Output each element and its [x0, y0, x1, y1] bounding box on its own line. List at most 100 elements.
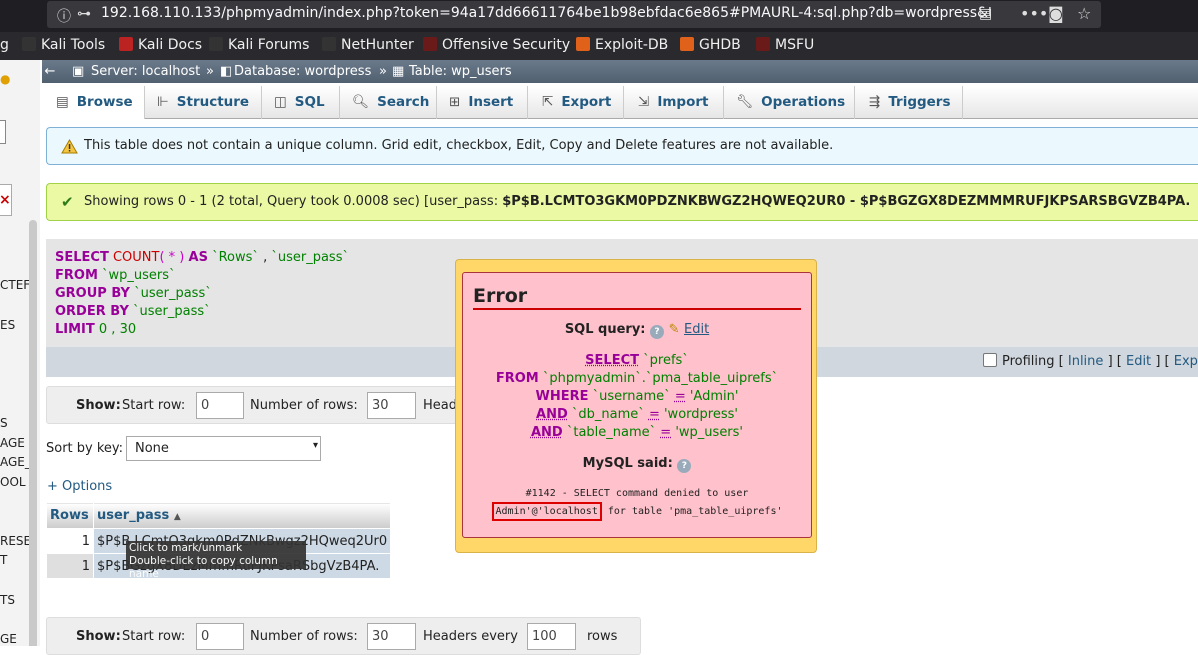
address-bar[interactable]: ⓘ ⊶ 192.168.110.133/phpmyadmin/index.php…: [47, 1, 1101, 28]
error-title: Error: [473, 285, 528, 307]
options-link[interactable]: + Options: [47, 479, 112, 494]
kali-docs-icon: [119, 37, 133, 51]
warning-notice: This table does not contain a unique col…: [46, 127, 1198, 165]
bookmark-kali-docs[interactable]: Kali Docs: [119, 37, 202, 53]
pencil-icon: ✎: [668, 322, 680, 337]
bookmark-nethunter[interactable]: NetHunter: [322, 37, 414, 53]
dropdown-arrow-icon: ▾: [312, 440, 318, 451]
server-icon: ▣: [72, 64, 85, 79]
insert-icon: ⊞: [449, 94, 461, 110]
inline-link[interactable]: Inline: [1068, 354, 1104, 369]
error-query-line-1: SELECT `prefs`: [585, 353, 689, 368]
warning-text: This table does not contain a unique col…: [84, 138, 834, 153]
collapse-arrow-icon[interactable]: ←: [42, 64, 58, 79]
sql-line-5: LIMIT 0 , 30: [55, 322, 137, 337]
bookmark-exploit-db[interactable]: Exploit-DB: [576, 37, 668, 53]
num-rows-label: Number of rows:: [250, 398, 358, 413]
import-icon: ⇲: [638, 94, 650, 110]
bookmark-star-icon[interactable]: ☆: [1077, 4, 1091, 23]
breadcrumb-database[interactable]: Database: wordpress: [234, 64, 371, 79]
error-edit-link[interactable]: Edit: [684, 322, 709, 337]
nav-fragment[interactable]: CTEF: [0, 278, 30, 292]
help-icon[interactable]: ?: [650, 325, 665, 339]
tab-browse[interactable]: ▤ Browse: [42, 86, 145, 119]
nav-fragment[interactable]: T: [0, 553, 7, 567]
error-query-line-5: AND `table_name` = 'wp_users': [530, 425, 744, 440]
breadcrumb-table[interactable]: Table: wp_users: [409, 64, 512, 79]
nav-scrollbar[interactable]: [29, 220, 37, 646]
edit-link[interactable]: Edit: [1126, 354, 1151, 369]
kali-icon: [209, 37, 223, 51]
show-label: Show:: [76, 629, 121, 644]
offsec-icon: [423, 37, 437, 51]
table-icon: ▦: [392, 64, 405, 79]
tab-triggers[interactable]: ⇶ Triggers: [855, 86, 963, 119]
bookmark-fragment[interactable]: g: [0, 37, 9, 53]
breadcrumb: ← ▣ Server: localhost » ◧ Database: word…: [42, 60, 1198, 83]
profiling-checkbox[interactable]: [983, 353, 997, 367]
error-message-line-1: #1142 - SELECT command denied to user: [525, 488, 749, 499]
pocket-icon[interactable]: ◙: [1048, 4, 1064, 23]
sql-line-3: GROUP BY `user_pass`: [55, 286, 212, 301]
error-message-line-2: Admin'@'localhost for table 'pma_table_u…: [463, 502, 811, 521]
sort-select[interactable]: None ▾: [126, 436, 321, 461]
info-icon[interactable]: ⓘ: [57, 6, 71, 26]
column-header-rows[interactable]: Rows: [46, 502, 94, 529]
tab-sql[interactable]: ◫ SQL: [262, 86, 340, 119]
bookmark-kali-tools[interactable]: Kali Tools: [22, 37, 105, 53]
msfu-icon: [756, 37, 770, 51]
close-icon[interactable]: ×: [0, 184, 12, 216]
tab-import[interactable]: ⇲ Import: [624, 86, 724, 119]
error-query-line-4: AND `db_name` = 'wordpress': [536, 407, 738, 422]
exploit-db-icon: [576, 37, 590, 51]
warning-icon: [61, 139, 78, 154]
show-label: Show:: [76, 398, 121, 413]
sql-icon: ◫: [274, 94, 287, 110]
highlighted-user: Admin'@'localhost: [491, 502, 602, 521]
error-query-line-3: WHERE `username` = 'Admin': [535, 389, 739, 404]
nav-fragment[interactable]: ES: [0, 318, 15, 332]
bookmark-offensive-security[interactable]: Offensive Security: [423, 37, 570, 53]
search-icon: 🔍︎: [352, 94, 370, 110]
tab-export[interactable]: ⇱ Export: [528, 86, 624, 119]
start-row-input[interactable]: 0: [196, 392, 244, 419]
nav-fragment[interactable]: S: [0, 416, 8, 430]
key-icon[interactable]: ⊶: [77, 6, 91, 22]
browser-toolbar: ⓘ ⊶ 192.168.110.133/phpmyadmin/index.php…: [0, 0, 1198, 32]
sql-line-4: ORDER BY `user_pass`: [55, 304, 211, 319]
nav-fragment[interactable]: OOL: [0, 475, 26, 489]
error-dialog: Error SQL query: ? ✎ Edit SELECT `prefs`…: [455, 259, 817, 553]
tab-search[interactable]: 🔍︎ Search: [340, 86, 437, 119]
explain-link[interactable]: Exp: [1174, 354, 1198, 369]
nav-fragment[interactable]: RESE: [0, 534, 31, 548]
ghdb-icon: [680, 37, 694, 51]
error-query-line-2: FROM `phpmyadmin`.`pma_table_uiprefs`: [495, 371, 779, 386]
nav-fragment[interactable]: AGE_: [0, 455, 31, 469]
mysql-said-row: MySQL said: ?: [463, 456, 811, 473]
help-icon[interactable]: ?: [677, 459, 692, 473]
url-text[interactable]: 192.168.110.133/phpmyadmin/index.php?tok…: [101, 5, 991, 21]
nav-fragment[interactable]: AGE: [0, 436, 25, 450]
more-actions-icon[interactable]: •••: [1020, 4, 1048, 23]
bookmark-kali-forums[interactable]: Kali Forums: [209, 37, 309, 53]
breadcrumb-server[interactable]: Server: localhost: [91, 64, 200, 79]
db-select[interactable]: [0, 120, 6, 144]
check-icon: ✔: [61, 193, 74, 211]
database-icon: ◧: [220, 64, 233, 79]
num-rows-label: Number of rows:: [250, 629, 358, 644]
error-divider: [473, 308, 801, 310]
nethunter-icon: [322, 37, 336, 51]
num-rows-input[interactable]: 30: [367, 392, 416, 419]
sort-asc-icon: ▲: [173, 512, 181, 522]
tab-structure[interactable]: ⊩ Structure: [145, 86, 262, 119]
bookmark-ghdb[interactable]: GHDB: [680, 37, 741, 53]
tab-insert[interactable]: ⊞ Insert: [437, 86, 528, 119]
wrench-icon: 🔧︎: [736, 94, 754, 110]
bookmark-msfu[interactable]: MSFU: [756, 37, 814, 53]
column-header-user-pass[interactable]: user_pass ▲: [92, 502, 392, 529]
tab-operations[interactable]: 🔧︎ Operations: [724, 86, 855, 119]
error-panel: Error SQL query: ? ✎ Edit SELECT `prefs`…: [462, 272, 812, 538]
nav-fragment[interactable]: GE: [0, 632, 17, 646]
reader-view-icon[interactable]: ▤: [979, 6, 992, 22]
nav-fragment[interactable]: TS: [0, 593, 15, 607]
